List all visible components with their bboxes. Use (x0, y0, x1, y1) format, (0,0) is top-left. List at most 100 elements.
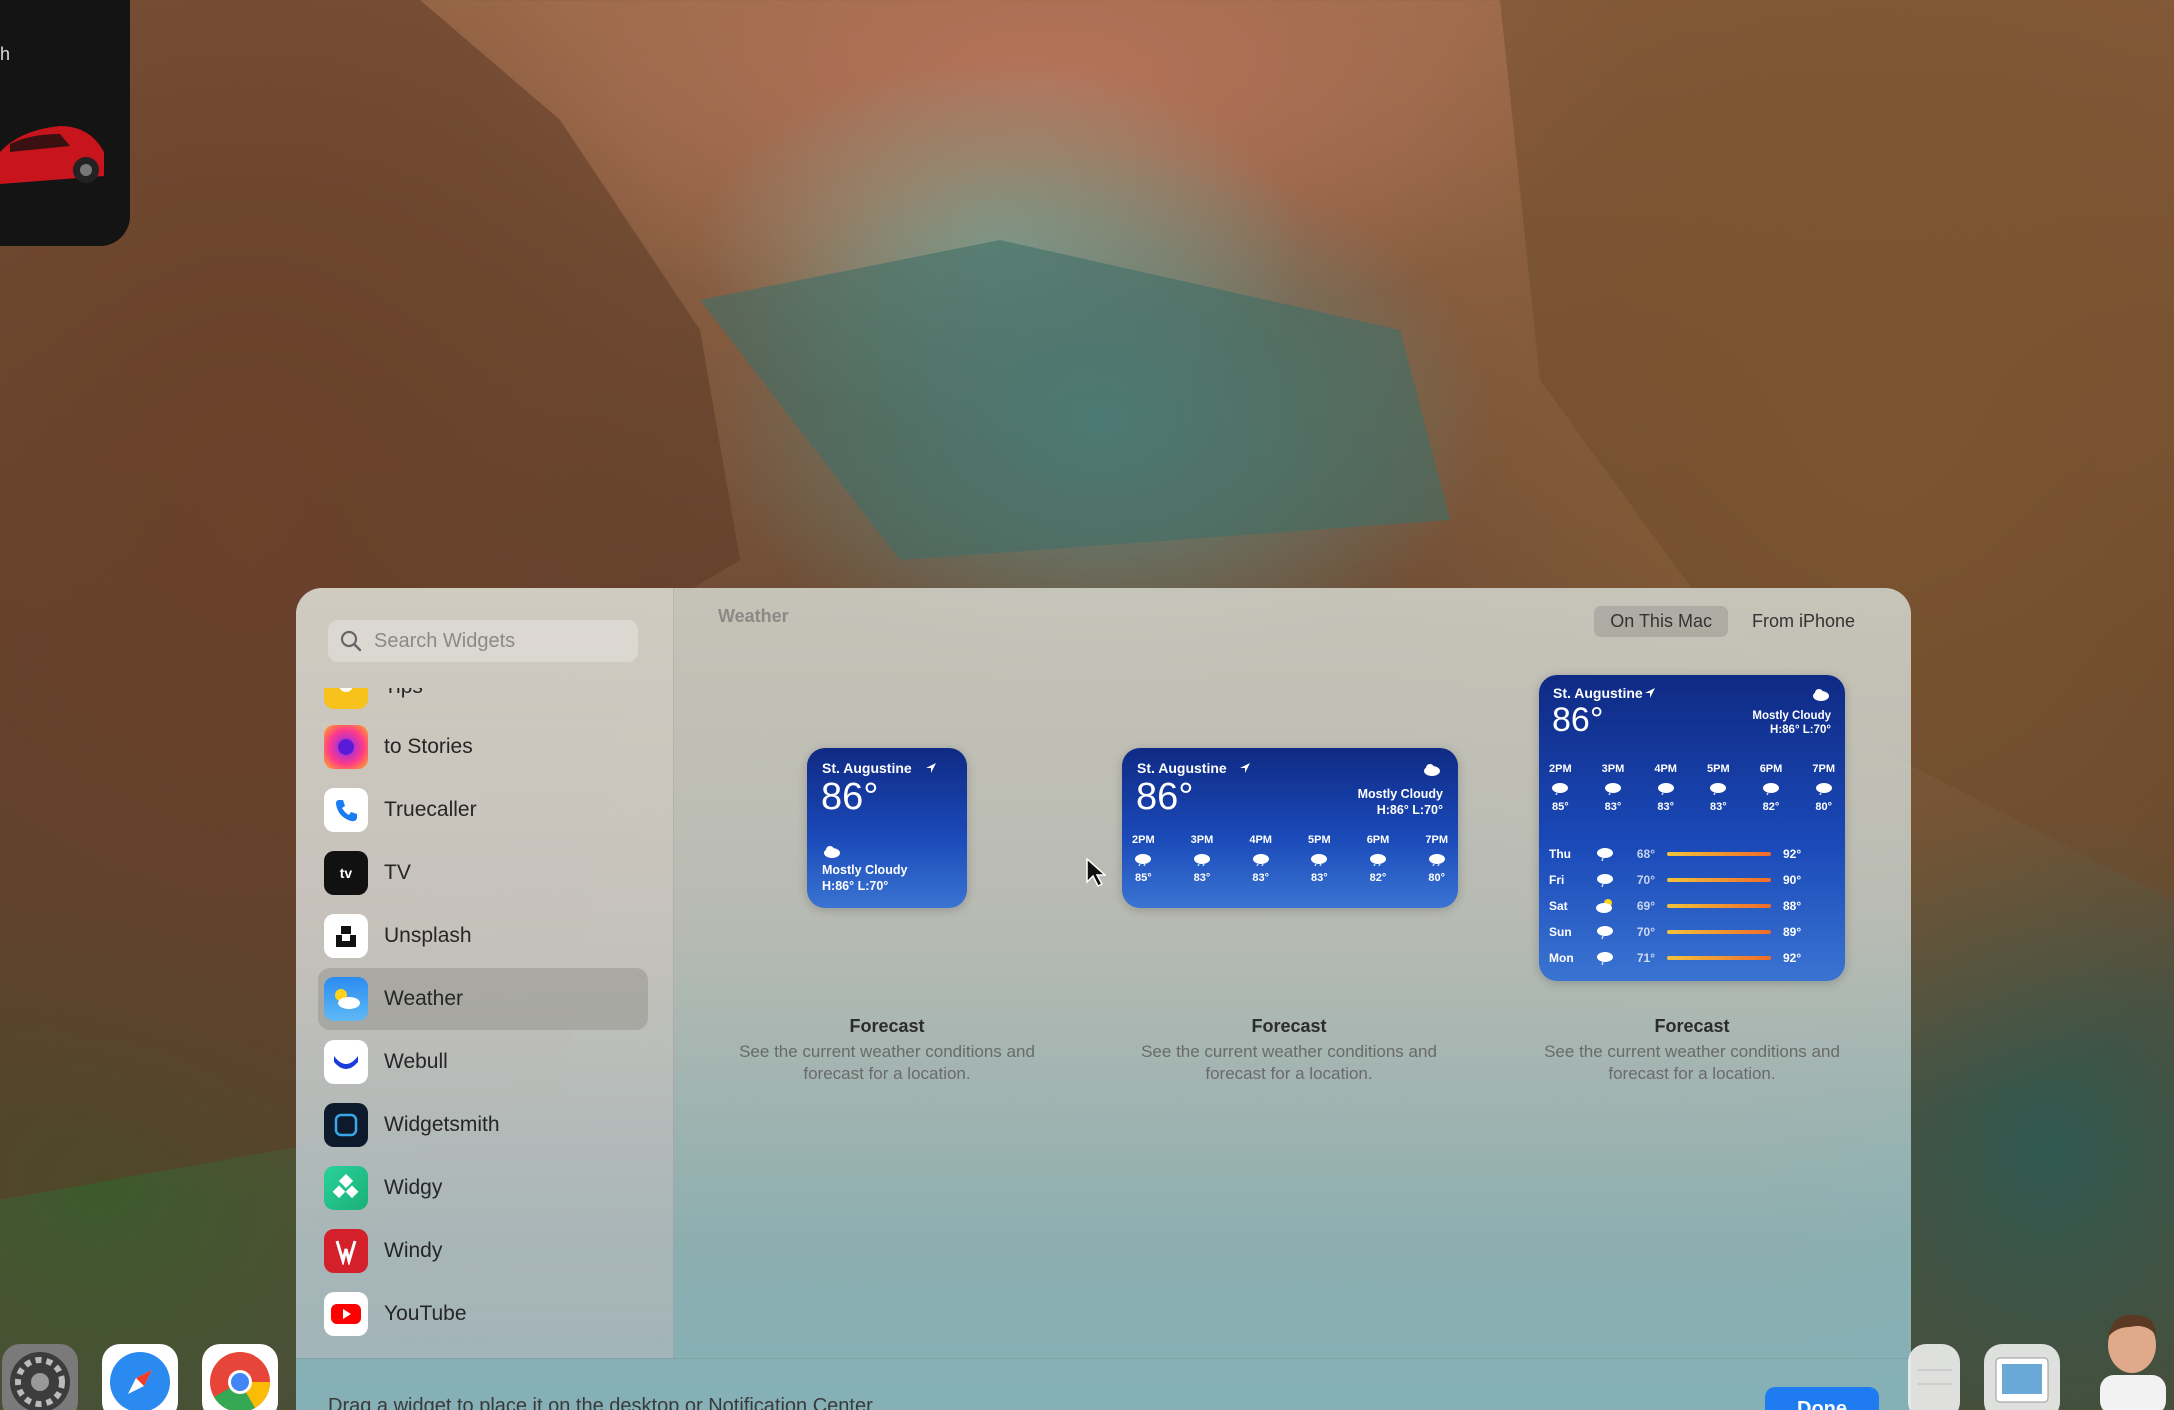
sidebar-item-unsplash[interactable]: Unsplash (318, 905, 648, 967)
sidebar-item-weather[interactable]: Weather (318, 968, 648, 1030)
cloud-icon (824, 846, 840, 858)
widget-sidebar: Search Widgets Tips to Stories Truecalle… (296, 588, 674, 1358)
dock-safari[interactable] (102, 1344, 178, 1410)
phone-icon (324, 788, 368, 832)
day-row: Sun 70° 89° (1549, 919, 1835, 945)
sidebar-item-webull[interactable]: Webull (318, 1031, 648, 1093)
card-text: h (0, 44, 11, 64)
hour-temp: 82° (1369, 872, 1387, 884)
sidebar-item-youtube[interactable]: YouTube (318, 1283, 648, 1345)
day-high: 88° (1783, 899, 1802, 913)
sidebar-item-label: Unsplash (384, 924, 472, 947)
dock-notes[interactable] (1908, 1344, 1960, 1410)
hour-item: 3PM 83° (1191, 834, 1214, 884)
day-high: 92° (1783, 847, 1802, 861)
widget-caption-medium: Forecast See the current weather conditi… (1129, 1016, 1449, 1085)
cloud-rain-icon (1597, 926, 1613, 940)
app-list[interactable]: Tips to Stories Truecaller tv TV Unsplas… (318, 688, 648, 1358)
hour-time: 2PM (1549, 763, 1572, 775)
hour-temp: 85° (1551, 801, 1569, 813)
hour-temp: 85° (1134, 872, 1152, 884)
sidebar-item-to-stories[interactable]: to Stories (318, 716, 648, 778)
caption-desc: See the current weather conditions and f… (739, 1042, 1035, 1083)
hourly-forecast: 2PM 85° 3PM 83° 4PM 83° 5PM 83° 6PM 82° 7PM 80… (1549, 763, 1835, 813)
cloud-rain-icon (1657, 783, 1674, 795)
cloud-rain-icon (1710, 783, 1727, 795)
gear-icon (10, 1352, 70, 1410)
sidebar-item-truecaller[interactable]: Truecaller (318, 779, 648, 841)
day-name: Fri (1549, 873, 1565, 887)
caption-desc: See the current weather conditions and f… (1141, 1042, 1437, 1083)
widget-caption-large: Forecast See the current weather conditi… (1532, 1016, 1852, 1085)
search-placeholder: Search Widgets (374, 629, 516, 652)
gallery-footer: Drag a widget to place it on the desktop… (296, 1358, 1911, 1410)
day-row: Fri 70° 90° (1549, 867, 1835, 893)
dock-preview[interactable] (1984, 1344, 2060, 1410)
dock-chrome[interactable] (202, 1344, 278, 1410)
cloud-rain-icon (1597, 848, 1613, 862)
tab-from-iphone[interactable]: From iPhone (1736, 606, 1871, 637)
widget-condition: Mostly Cloudy (1357, 787, 1443, 801)
sidebar-item-label: TV (384, 861, 411, 884)
widget-caption-small: Forecast See the current weather conditi… (727, 1016, 1047, 1085)
dock-system-settings[interactable] (2, 1344, 78, 1410)
tab-on-this-mac[interactable]: On This Mac (1594, 606, 1728, 637)
temp-range-bar (1667, 878, 1771, 882)
hour-time: 6PM (1759, 763, 1783, 775)
hour-item: 7PM 80° (1812, 763, 1835, 813)
hour-item: 3PM 83° (1602, 763, 1625, 813)
source-segmented-control[interactable]: On This Mac From iPhone (1594, 606, 1871, 637)
section-title: Weather (718, 606, 789, 626)
cloud-rain-icon (1252, 854, 1269, 866)
sidebar-item-label: Webull (384, 1050, 448, 1073)
hour-temp: 83° (1657, 801, 1674, 813)
sidebar-item-widgy[interactable]: Widgy (318, 1157, 648, 1219)
day-low: 70° (1636, 925, 1655, 939)
search-field[interactable]: Search Widgets (328, 620, 638, 662)
sidebar-item-tv[interactable]: tv TV (318, 842, 648, 904)
sidebar-item-label: Weather (384, 987, 463, 1010)
hour-temp: 80° (1428, 872, 1445, 884)
cloud-rain-icon (1597, 874, 1613, 888)
widget-city: St. Augustine (822, 760, 912, 776)
hourly-forecast: 2PM 85° 3PM 83° 4PM 83° 5PM 83° 6PM 82° 7PM 80… (1132, 834, 1448, 884)
weather-widget-large[interactable]: St. Augustine 86° Mostly Cloudy H:86° L:… (1539, 675, 1845, 981)
day-row: Mon 71° 92° (1549, 945, 1835, 971)
caption-title: Forecast (1654, 1016, 1730, 1036)
cloud-rain-icon (1597, 952, 1613, 966)
hour-time: 5PM (1707, 763, 1730, 775)
sidebar-item-windy[interactable]: Windy (318, 1220, 648, 1282)
stories-icon (324, 725, 368, 769)
caption-title: Forecast (1251, 1016, 1327, 1036)
now-playing-card[interactable]: h (0, 0, 130, 246)
presenter-webcam (2086, 1305, 2174, 1410)
sidebar-item-label: Tips (384, 688, 423, 699)
hour-temp: 83° (1710, 801, 1727, 813)
cloud-rain-icon (1311, 854, 1328, 866)
widget-hilo: H:86° L:70° (1770, 724, 1831, 736)
windy-icon (324, 1229, 368, 1273)
sidebar-item-tips[interactable]: Tips (318, 688, 648, 718)
cloud-rain-icon (1552, 783, 1569, 795)
sidebar-item-label: Widgy (384, 1176, 443, 1199)
hour-item: 6PM 82° (1367, 834, 1390, 884)
done-button[interactable]: Done (1765, 1387, 1879, 1410)
hour-time: 7PM (1812, 763, 1835, 775)
sidebar-item-widgetsmith[interactable]: Widgetsmith (318, 1094, 648, 1156)
hour-item: 6PM 82° (1760, 763, 1783, 813)
weather-widget-medium[interactable]: St. Augustine 86° Mostly Cloudy H:86° L:… (1122, 748, 1458, 908)
hour-time: 3PM (1601, 763, 1625, 775)
temp-range-bar (1667, 956, 1771, 960)
weather-widget-small[interactable]: St. Augustine 86° Mostly Cloudy H:86° L:… (807, 748, 967, 908)
hour-temp: 83° (1604, 801, 1622, 813)
hour-temp: 83° (1311, 872, 1328, 884)
widget-city: St. Augustine (1553, 685, 1643, 701)
notes-icon (1918, 1369, 1952, 1385)
youtube-icon (324, 1292, 368, 1336)
caption-desc: See the current weather conditions and f… (1544, 1042, 1840, 1083)
widget-condition: Mostly Cloudy (822, 863, 908, 877)
day-name: Mon (1549, 951, 1574, 965)
widget-temp: 86° (1136, 776, 1194, 818)
hour-item: 2PM 85° (1132, 834, 1155, 884)
temp-range-bar (1667, 930, 1771, 934)
